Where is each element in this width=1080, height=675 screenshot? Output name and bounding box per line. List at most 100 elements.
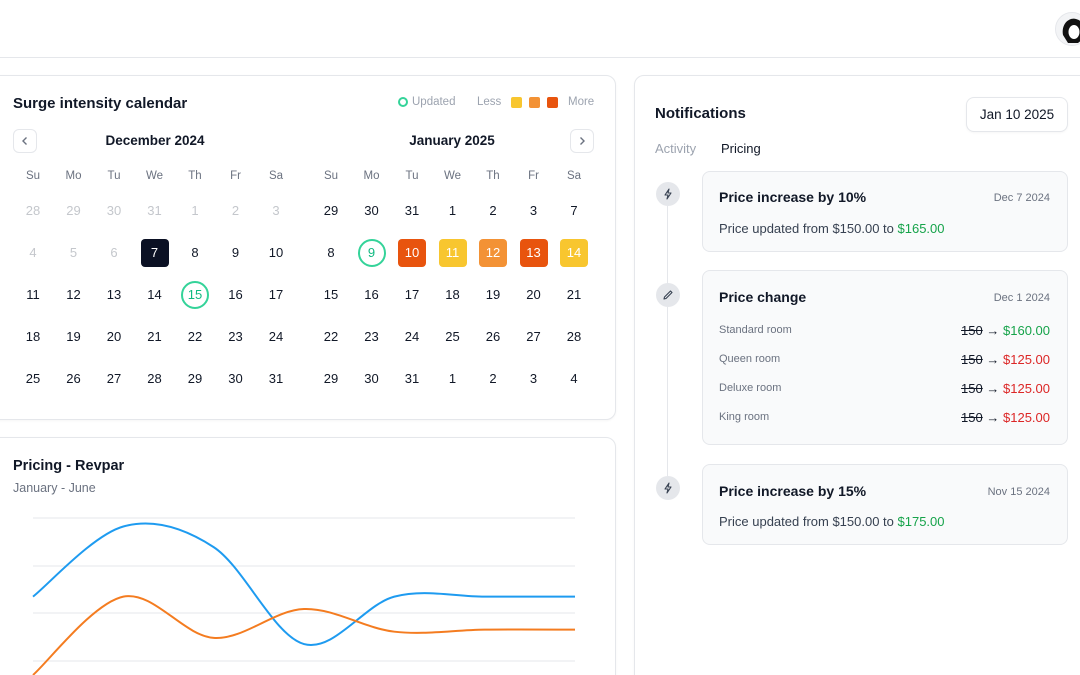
calendar-day[interactable]: 29 bbox=[54, 197, 94, 225]
calendar-day[interactable]: 6 bbox=[94, 239, 134, 267]
calendar-day[interactable]: 7 bbox=[140, 239, 169, 267]
calendar-day[interactable]: 30 bbox=[352, 197, 392, 225]
weekday-label: Sa bbox=[268, 170, 284, 182]
calendar-day[interactable]: 31 bbox=[392, 365, 432, 393]
tab-activity[interactable]: Activity bbox=[655, 141, 696, 156]
calendar-day[interactable]: 1 bbox=[433, 365, 473, 393]
calendar-day[interactable]: 31 bbox=[135, 197, 175, 225]
calendar-day[interactable]: 12 bbox=[479, 239, 507, 267]
calendar-day[interactable]: 15 bbox=[181, 281, 209, 309]
notification-text: Price updated from $150.00 to $165.00 bbox=[719, 221, 945, 236]
notification-title: Price increase by 15% bbox=[719, 483, 867, 499]
calendar-day[interactable]: 25 bbox=[13, 365, 53, 393]
notification-card[interactable]: Price change Dec 1 2024 Standard room 15… bbox=[702, 270, 1068, 445]
notification-new-price: $165.00 bbox=[897, 221, 945, 236]
calendar-title: Surge intensity calendar bbox=[13, 95, 188, 112]
chart-subtitle: January - June bbox=[13, 481, 96, 495]
calendar-day[interactable]: 27 bbox=[514, 323, 554, 351]
calendar-day[interactable]: 1 bbox=[433, 197, 473, 225]
calendar-day[interactable]: 12 bbox=[54, 281, 94, 309]
calendar-day[interactable]: 16 bbox=[352, 281, 392, 309]
notification-card[interactable]: Price increase by 15% Nov 15 2024 Price … bbox=[702, 464, 1068, 545]
weekday-label: Sa bbox=[566, 170, 582, 182]
calendar-day[interactable]: 20 bbox=[94, 323, 134, 351]
room-price-change: 150 → $125.00 bbox=[961, 352, 1050, 367]
new-price: $160.00 bbox=[1003, 323, 1050, 338]
legend-swatch-mid bbox=[529, 97, 540, 108]
calendar-day[interactable]: 16 bbox=[216, 281, 256, 309]
calendar-day[interactable]: 25 bbox=[433, 323, 473, 351]
calendar-day[interactable]: 11 bbox=[438, 239, 467, 267]
calendar-day[interactable]: 26 bbox=[473, 323, 513, 351]
calendar-day[interactable]: 28 bbox=[13, 197, 53, 225]
calendar-day[interactable]: 14 bbox=[560, 239, 588, 267]
legend-swatch-high bbox=[547, 97, 558, 108]
calendar-day[interactable]: 8 bbox=[175, 239, 215, 267]
calendar-day[interactable]: 14 bbox=[135, 281, 175, 309]
calendar-day[interactable]: 3 bbox=[256, 197, 296, 225]
calendar-day[interactable]: 2 bbox=[216, 197, 256, 225]
next-month-button[interactable] bbox=[570, 129, 594, 153]
weekday-label: Th bbox=[188, 170, 202, 182]
calendar-day[interactable]: 30 bbox=[352, 365, 392, 393]
calendar-day[interactable]: 29 bbox=[175, 365, 215, 393]
calendar-day[interactable]: 11 bbox=[13, 281, 53, 309]
weekday-label: Tu bbox=[405, 170, 419, 182]
notification-date: Nov 15 2024 bbox=[987, 486, 1050, 498]
lightning-icon bbox=[664, 482, 672, 494]
prev-month-button[interactable] bbox=[13, 129, 37, 153]
calendar-day[interactable]: 22 bbox=[175, 323, 215, 351]
calendar-day[interactable]: 28 bbox=[554, 323, 594, 351]
calendar-day[interactable]: 17 bbox=[256, 281, 296, 309]
calendar-day[interactable]: 24 bbox=[256, 323, 296, 351]
calendar-day[interactable]: 4 bbox=[13, 239, 53, 267]
calendar-day[interactable]: 19 bbox=[473, 281, 513, 309]
calendar-day[interactable]: 2 bbox=[473, 365, 513, 393]
calendar-day[interactable]: 23 bbox=[352, 323, 392, 351]
calendar-day[interactable]: 31 bbox=[392, 197, 432, 225]
old-price: 150 bbox=[961, 352, 983, 367]
date-picker-button[interactable]: Jan 10 2025 bbox=[966, 97, 1068, 132]
calendar-day[interactable]: 3 bbox=[514, 365, 554, 393]
calendar-day[interactable]: 9 bbox=[357, 239, 386, 267]
calendar-day[interactable]: 26 bbox=[54, 365, 94, 393]
calendar-day[interactable]: 9 bbox=[216, 239, 256, 267]
notification-new-price: $175.00 bbox=[897, 514, 945, 529]
calendar-day[interactable]: 29 bbox=[311, 197, 351, 225]
calendar-day[interactable]: 18 bbox=[13, 323, 53, 351]
calendar-day[interactable]: 27 bbox=[94, 365, 134, 393]
arrow-right-icon: → bbox=[986, 323, 1000, 338]
calendar-day[interactable]: 13 bbox=[94, 281, 134, 309]
calendar-day[interactable]: 1 bbox=[175, 197, 215, 225]
room-name: Standard room bbox=[719, 324, 792, 336]
calendar-day[interactable]: 10 bbox=[398, 239, 426, 267]
calendar-day[interactable]: 22 bbox=[311, 323, 351, 351]
calendar-day[interactable]: 19 bbox=[54, 323, 94, 351]
calendar-day[interactable]: 10 bbox=[256, 239, 296, 267]
calendar-day[interactable]: 24 bbox=[392, 323, 432, 351]
calendar-day[interactable]: 2 bbox=[473, 197, 513, 225]
tab-pricing[interactable]: Pricing bbox=[721, 141, 761, 156]
calendar-day[interactable]: 30 bbox=[94, 197, 134, 225]
calendar-day[interactable]: 23 bbox=[216, 323, 256, 351]
calendar-day[interactable]: 5 bbox=[54, 239, 94, 267]
calendar-day[interactable]: 8 bbox=[311, 239, 351, 267]
calendar-day[interactable]: 18 bbox=[433, 281, 473, 309]
calendar-day[interactable]: 15 bbox=[311, 281, 351, 309]
calendar-day[interactable]: 21 bbox=[554, 281, 594, 309]
calendar-day[interactable]: 31 bbox=[256, 365, 296, 393]
calendar-day[interactable]: 4 bbox=[554, 365, 594, 393]
room-price-change: 150 → $125.00 bbox=[961, 410, 1050, 425]
calendar-day[interactable]: 13 bbox=[519, 239, 548, 267]
calendar-day[interactable]: 17 bbox=[392, 281, 432, 309]
calendar-day[interactable]: 28 bbox=[135, 365, 175, 393]
notification-card[interactable]: Price increase by 10% Dec 7 2024 Price u… bbox=[702, 171, 1068, 252]
top-bar bbox=[0, 0, 1080, 58]
calendar-day[interactable]: 21 bbox=[135, 323, 175, 351]
calendar-day[interactable]: 7 bbox=[554, 197, 594, 225]
calendar-day[interactable]: 20 bbox=[514, 281, 554, 309]
new-price: $125.00 bbox=[1003, 381, 1050, 396]
calendar-day[interactable]: 30 bbox=[216, 365, 256, 393]
calendar-day[interactable]: 29 bbox=[311, 365, 351, 393]
calendar-day[interactable]: 3 bbox=[514, 197, 554, 225]
